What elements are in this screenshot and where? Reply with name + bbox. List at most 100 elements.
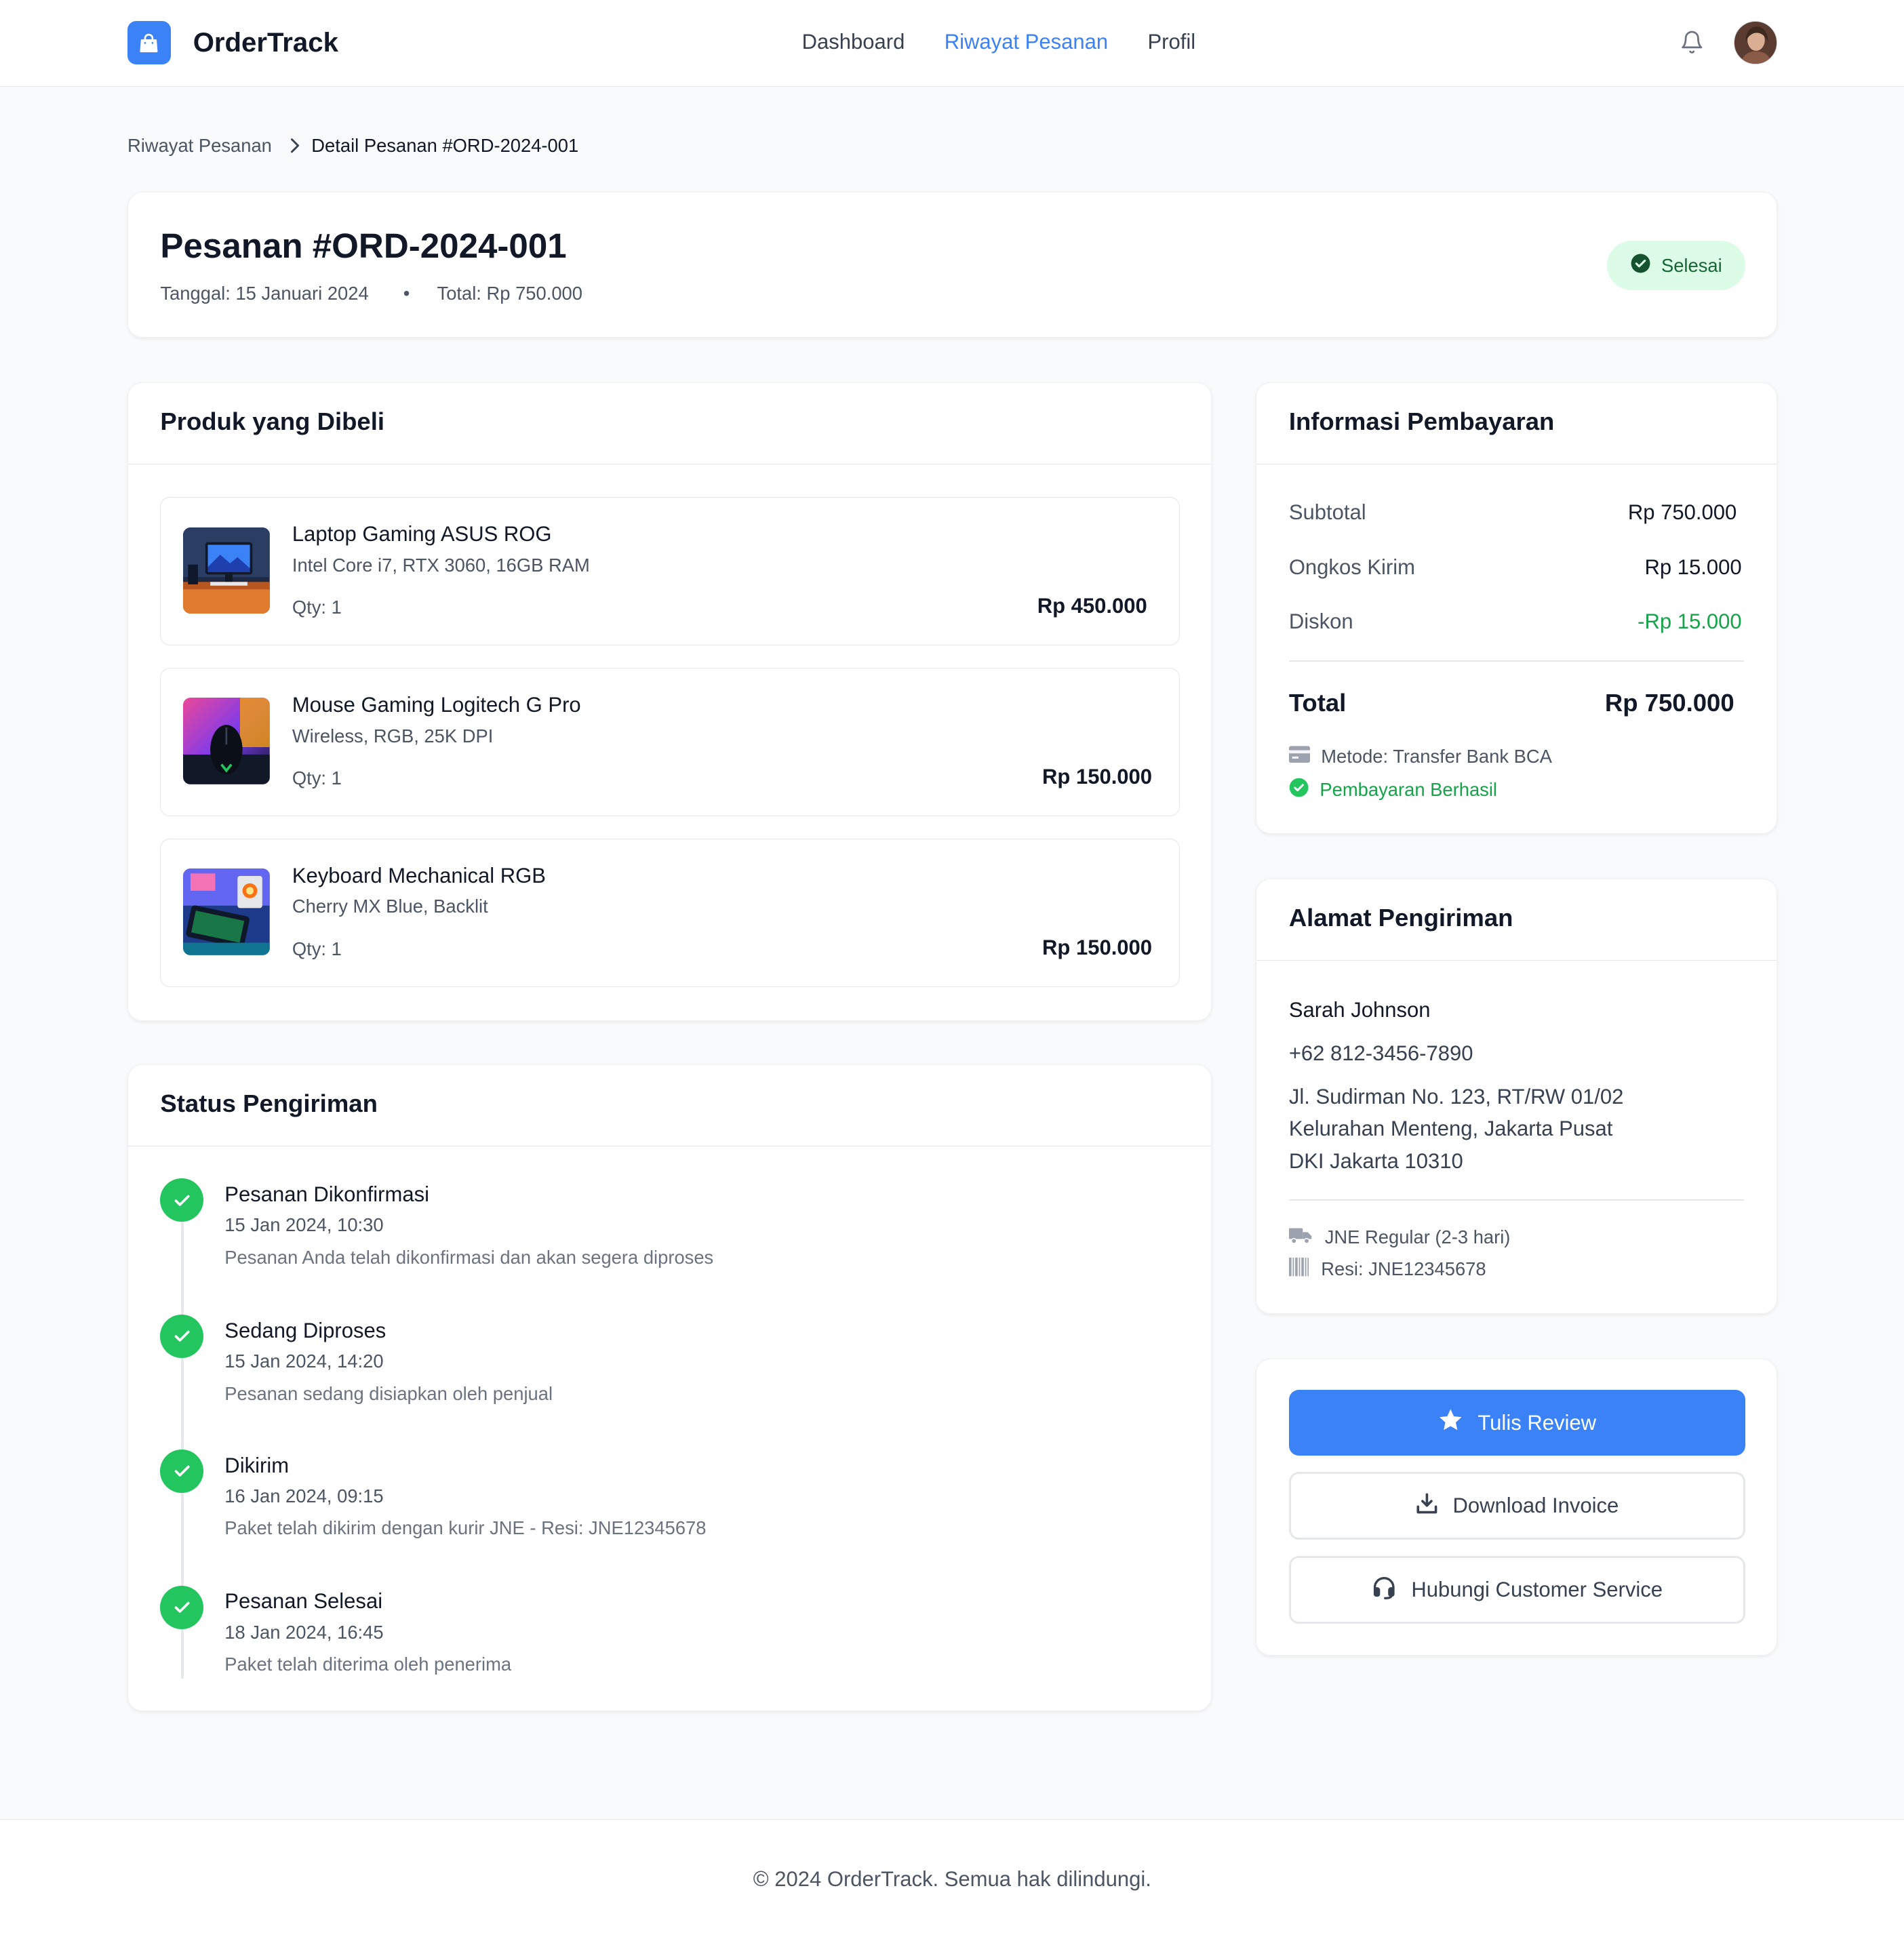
check-icon [160, 1450, 204, 1493]
breadcrumb-current: Detail Pesanan #ORD-2024-001 [311, 134, 579, 156]
product-name: Mouse Gaming Logitech G Pro [292, 693, 581, 717]
check-icon [160, 1178, 204, 1222]
shipping-status-card: Status Pengiriman Pesanan Dikonfirmasi 1… [127, 1064, 1212, 1711]
payment-label: Diskon [1288, 609, 1353, 633]
product-item[interactable]: Laptop Gaming ASUS ROG Intel Core i7, RT… [160, 496, 1181, 645]
download-invoice-button[interactable]: Download Invoice [1288, 1471, 1746, 1540]
bell-icon[interactable] [1680, 30, 1705, 60]
step-desc: Pesanan sedang disiapkan oleh penjual [224, 1382, 553, 1404]
product-image-keyboard [183, 868, 270, 956]
contact-support-label: Hubungi Customer Service [1411, 1578, 1663, 1602]
payment-status: Pembayaran Berhasil [1289, 778, 1497, 802]
contact-support-button[interactable]: Hubungi Customer Service [1288, 1556, 1746, 1624]
page-root: OrderTrack Dashboard Riwayat Pesanan Pro… [0, 0, 1904, 1939]
check-icon [160, 1315, 204, 1359]
divider [1288, 1199, 1745, 1201]
product-qty: Qty: 1 [292, 596, 342, 618]
payment-info-card: Informasi Pembayaran Subtotal Rp 750.000… [1256, 382, 1777, 835]
product-item[interactable]: Mouse Gaming Logitech G Pro Wireless, RG… [160, 667, 1181, 816]
product-spec: Cherry MX Blue, Backlit [292, 896, 488, 917]
tracking-info: Resi: JNE12345678 [1288, 1258, 1486, 1281]
check-icon [160, 1585, 204, 1629]
step-title: Pesanan Selesai [224, 1589, 383, 1614]
courier-text: JNE Regular (2-3 hari) [1324, 1226, 1511, 1247]
payment-row: Ongkos Kirim Rp 15.000 [1289, 555, 1742, 580]
recipient-phone: +62 812-3456-7890 [1288, 1041, 1473, 1065]
product-price: Rp 150.000 [1042, 935, 1153, 959]
footer: © 2024 OrderTrack. Semua hak dilindungi. [0, 1818, 1904, 1939]
payment-label: Subtotal [1288, 500, 1366, 525]
total-value: Rp 750.000 [1604, 688, 1734, 717]
write-review-label: Tulis Review [1477, 1410, 1597, 1435]
nav-order-history[interactable]: Riwayat Pesanan [945, 30, 1108, 54]
chevron-right-icon [288, 137, 300, 155]
step-desc: Pesanan Anda telah dikonfirmasi dan akan… [224, 1246, 714, 1268]
step-title: Sedang Diproses [224, 1318, 386, 1342]
payment-value: Rp 15.000 [1644, 555, 1742, 579]
step-title: Pesanan Dikonfirmasi [224, 1182, 429, 1206]
product-item[interactable]: Keyboard Mechanical RGB Cherry MX Blue, … [160, 838, 1181, 987]
recipient-name: Sarah Johnson [1288, 997, 1431, 1022]
download-invoice-label: Download Invoice [1452, 1494, 1619, 1518]
breadcrumb-parent[interactable]: Riwayat Pesanan [127, 135, 272, 157]
shopping-bag-icon [127, 21, 171, 64]
order-date: Tanggal: 15 Januari 2024 [160, 283, 369, 304]
payment-method: Metode: Transfer Bank BCA [1288, 745, 1552, 768]
address-line: DKI Jakarta 10310 [1288, 1148, 1463, 1173]
payment-label: Ongkos Kirim [1288, 555, 1415, 579]
brand[interactable]: OrderTrack [127, 21, 338, 64]
product-name: Laptop Gaming ASUS ROG [292, 522, 552, 546]
address-heading: Alamat Pengiriman [1256, 879, 1777, 961]
product-image-laptop [183, 527, 270, 614]
order-summary-card: Pesanan #ORD-2024-001 Tanggal: 15 Januar… [127, 191, 1777, 338]
payment-value: Rp 750.000 [1627, 500, 1737, 525]
payment-row: Diskon -Rp 15.000 [1289, 609, 1742, 634]
app-name: OrderTrack [193, 26, 338, 58]
nav-profile[interactable]: Profil [1147, 30, 1195, 54]
payment-method-text: Metode: Transfer Bank BCA [1321, 745, 1552, 767]
payment-total-row: Total Rp 750.000 [1289, 689, 1734, 717]
total-label: Total [1288, 688, 1347, 717]
step-desc: Paket telah dikirim dengan kurir JNE - R… [224, 1517, 707, 1539]
step-desc: Paket telah diterima oleh penerima [224, 1654, 512, 1675]
step-time: 15 Jan 2024, 10:30 [224, 1214, 384, 1236]
address-line: Kelurahan Menteng, Jakarta Pusat [1288, 1117, 1613, 1141]
product-qty: Qty: 1 [292, 938, 342, 959]
step-time: 18 Jan 2024, 16:45 [224, 1621, 384, 1643]
truck-icon [1288, 1226, 1313, 1249]
product-qty: Qty: 1 [292, 767, 342, 788]
discount-value: -Rp 15.000 [1638, 609, 1742, 633]
check-circle-icon [1289, 778, 1309, 802]
product-price: Rp 450.000 [1037, 594, 1147, 618]
step-time: 16 Jan 2024, 09:15 [224, 1485, 384, 1506]
courier-info: JNE Regular (2-3 hari) [1288, 1226, 1511, 1249]
tracking-text: Resi: JNE12345678 [1321, 1258, 1486, 1280]
payment-row: Subtotal Rp 750.000 [1289, 500, 1737, 525]
product-spec: Intel Core i7, RTX 3060, 16GB RAM [292, 554, 590, 576]
product-spec: Wireless, RGB, 25K DPI [292, 725, 494, 746]
download-icon [1416, 1492, 1438, 1520]
nav-dashboard[interactable]: Dashboard [802, 30, 905, 54]
shipping-address-card: Alamat Pengiriman Sarah Johnson +62 812-… [1256, 878, 1777, 1315]
payment-status-text: Pembayaran Berhasil [1320, 779, 1497, 801]
meta-separator: • [403, 283, 410, 304]
payment-heading: Informasi Pembayaran [1256, 383, 1777, 465]
actions-card: Tulis Review Download Invoice Hubungi Cu… [1256, 1358, 1777, 1656]
avatar[interactable] [1733, 21, 1777, 64]
order-total: Total: Rp 750.000 [437, 283, 582, 304]
products-heading: Produk yang Dibeli [127, 383, 1211, 465]
products-card: Produk yang Dibeli Laptop Gaming ASUS RO… [127, 382, 1212, 1021]
star-icon [1438, 1408, 1463, 1437]
product-name: Keyboard Mechanical RGB [292, 864, 546, 888]
address-line: Jl. Sudirman No. 123, RT/RW 01/02 [1288, 1084, 1624, 1108]
write-review-button[interactable]: Tulis Review [1288, 1390, 1746, 1456]
step-time: 15 Jan 2024, 14:20 [224, 1351, 384, 1372]
shipping-status-heading: Status Pengiriman [127, 1065, 1211, 1146]
main-nav: Dashboard Riwayat Pesanan Profil [802, 30, 1196, 54]
credit-card-icon [1288, 746, 1310, 768]
product-price: Rp 150.000 [1042, 765, 1153, 789]
order-meta: Tanggal: 15 Januari 2024 • Total: Rp 750… [160, 283, 582, 304]
page-title: Pesanan #ORD-2024-001 [160, 226, 567, 266]
divider [1288, 660, 1745, 662]
status-badge: Selesai [1606, 241, 1746, 291]
